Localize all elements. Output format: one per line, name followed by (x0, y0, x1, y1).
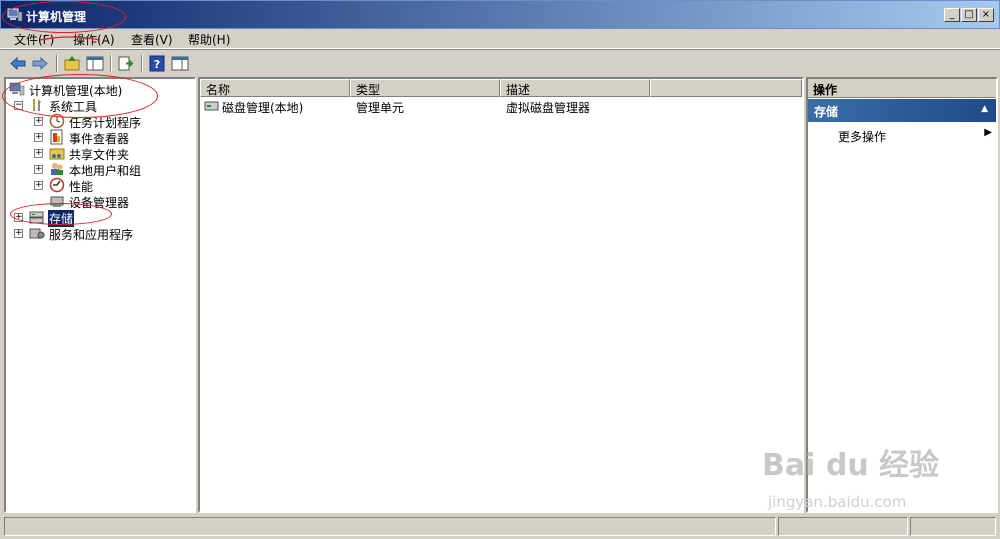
up-folder-icon[interactable] (62, 54, 82, 73)
back-arrow-icon[interactable] (8, 54, 28, 73)
help-icon[interactable]: ? (147, 54, 167, 73)
services-icon (29, 228, 45, 239)
menu-file[interactable]: 文件(F) (14, 31, 54, 48)
baidu-watermark-url: jingyan.baidu.com (768, 493, 907, 511)
column-header-description[interactable]: 描述 (500, 79, 650, 97)
tree-item-performance[interactable]: + 性能 (9, 177, 189, 194)
computer-management-icon (9, 82, 25, 96)
close-button[interactable]: × (978, 8, 994, 22)
expand-icon[interactable]: + (34, 181, 43, 190)
forward-arrow-icon[interactable] (30, 54, 50, 73)
expand-icon[interactable]: + (14, 213, 23, 222)
tree-item-shared-folders[interactable]: + 共享文件夹 (9, 145, 189, 162)
tree-item-event-viewer[interactable]: + 事件查看器 (9, 129, 189, 146)
tree-root[interactable]: 计算机管理(本地) (9, 81, 189, 98)
status-pane-2 (778, 517, 908, 536)
shared-folder-icon (49, 148, 65, 160)
tree-item-local-users-groups[interactable]: + 本地用户和组 (9, 161, 189, 178)
actions-header: 操作 (808, 79, 996, 98)
menu-view[interactable]: 查看(V) (131, 31, 173, 48)
computer-management-icon (7, 8, 23, 22)
export-list-icon[interactable] (116, 54, 136, 73)
more-actions-item[interactable]: 更多操作 (838, 128, 886, 145)
column-header-empty (650, 79, 802, 97)
column-header-type[interactable]: 类型 (350, 79, 500, 97)
status-pane-3 (910, 517, 996, 536)
menu-action[interactable]: 操作(A) (73, 31, 115, 48)
table-row[interactable]: 磁盘管理(本地) 管理单元 虚拟磁盘管理器 (203, 98, 793, 115)
expand-icon[interactable]: + (34, 133, 43, 142)
actions-section-label: 存储 (814, 105, 839, 119)
performance-icon (49, 177, 65, 193)
properties-icon[interactable] (170, 54, 190, 73)
collapse-icon[interactable]: − (14, 101, 23, 110)
result-list-pane[interactable]: 名称 类型 描述 磁盘管理(本地) 管理单元 虚拟磁盘管理器 (198, 77, 804, 513)
console-tree-pane[interactable]: 计算机管理(本地) − 系统工具 + 任务计划程序 + 事件查看器 + 共享文件… (4, 77, 196, 513)
clock-icon (49, 113, 65, 129)
expand-icon[interactable]: + (34, 117, 43, 126)
expand-icon[interactable]: + (34, 165, 43, 174)
expand-icon[interactable]: + (34, 149, 43, 158)
actions-section-storage[interactable]: 存储 ▲ (808, 99, 996, 122)
toolbar-separator (110, 55, 112, 72)
status-bar (0, 515, 1000, 539)
tree-item-storage[interactable]: + 存储 (9, 209, 189, 227)
svg-text:?: ? (154, 58, 160, 71)
show-hide-tree-icon[interactable] (85, 54, 105, 73)
maximize-button[interactable]: □ (961, 8, 977, 22)
tree-item-device-manager[interactable]: 设备管理器 (9, 193, 189, 210)
tree-item-services-apps[interactable]: + 服务和应用程序 (9, 225, 189, 242)
expand-icon[interactable]: + (14, 229, 23, 238)
window-title-bar[interactable]: 计算机管理 _ □ × (0, 0, 1000, 29)
event-viewer-icon (50, 129, 63, 145)
tree-item-system-tools[interactable]: − 系统工具 (9, 97, 189, 114)
cell-type: 管理单元 (356, 101, 405, 115)
tools-icon (33, 99, 41, 111)
column-header-name[interactable]: 名称 (200, 79, 350, 97)
toolbar-separator (141, 55, 143, 72)
status-pane-main (4, 517, 776, 536)
storage-icon (29, 211, 44, 224)
baidu-watermark: Bai du 经验 (762, 448, 940, 483)
minimize-button[interactable]: _ (944, 8, 960, 22)
cell-description: 虚拟磁盘管理器 (506, 101, 591, 115)
menu-help[interactable]: 帮助(H) (188, 31, 230, 48)
window-title: 计算机管理 (26, 10, 87, 24)
device-manager-icon (50, 196, 64, 207)
tree-item-task-scheduler[interactable]: + 任务计划程序 (9, 113, 189, 130)
toolbar: ? (0, 49, 1000, 76)
collapse-arrow-icon[interactable]: ▲ (981, 104, 988, 114)
menu-bar: 文件(F) 操作(A) 查看(V) 帮助(H) (0, 29, 1000, 49)
tree-item-label: 服务和应用程序 (49, 228, 134, 242)
disk-management-icon (204, 101, 219, 111)
cell-name: 磁盘管理(本地) (222, 101, 304, 115)
users-icon (51, 163, 63, 175)
submenu-arrow-icon: ▶ (984, 127, 992, 138)
toolbar-separator (56, 55, 58, 72)
